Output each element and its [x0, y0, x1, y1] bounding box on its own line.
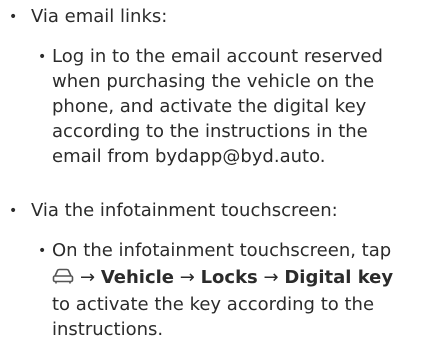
menu-locks: Locks — [200, 267, 258, 288]
sub-item-line: phone, and activate the digital key — [52, 96, 367, 117]
arrow: → — [179, 267, 195, 288]
sub-item-line: Log in to the email account reserved — [52, 46, 383, 67]
list-item-label: Via the infotainment touchscreen: — [31, 200, 338, 221]
arrow: → — [263, 267, 279, 288]
sub-item-line: email from bydapp@byd.auto. — [52, 146, 326, 167]
bullet-level1: • — [9, 203, 18, 219]
list-item-label: Via email links: — [31, 6, 168, 27]
bullet-level1: • — [9, 9, 18, 25]
sub-item-line: On the infotainment touchscreen, tap — [52, 240, 392, 261]
menu-digital-key: Digital key — [284, 267, 394, 288]
sub-item-line: when purchasing the vehicle on the — [52, 71, 375, 92]
menu-path-line: → Vehicle → Locks → Digital key — [52, 265, 393, 290]
sub-item-line: to activate the key according to the — [52, 294, 375, 315]
bullet-level2: • — [38, 243, 47, 259]
document-page: • Via email links: • Log in to the email… — [0, 0, 428, 357]
menu-vehicle: Vehicle — [100, 267, 175, 288]
arrow: → — [80, 267, 96, 288]
bullet-level2: • — [38, 49, 47, 65]
sub-item-line: instructions. — [52, 319, 164, 340]
sub-item-line: according to the instructions in the — [52, 121, 368, 142]
car-icon — [52, 268, 74, 284]
